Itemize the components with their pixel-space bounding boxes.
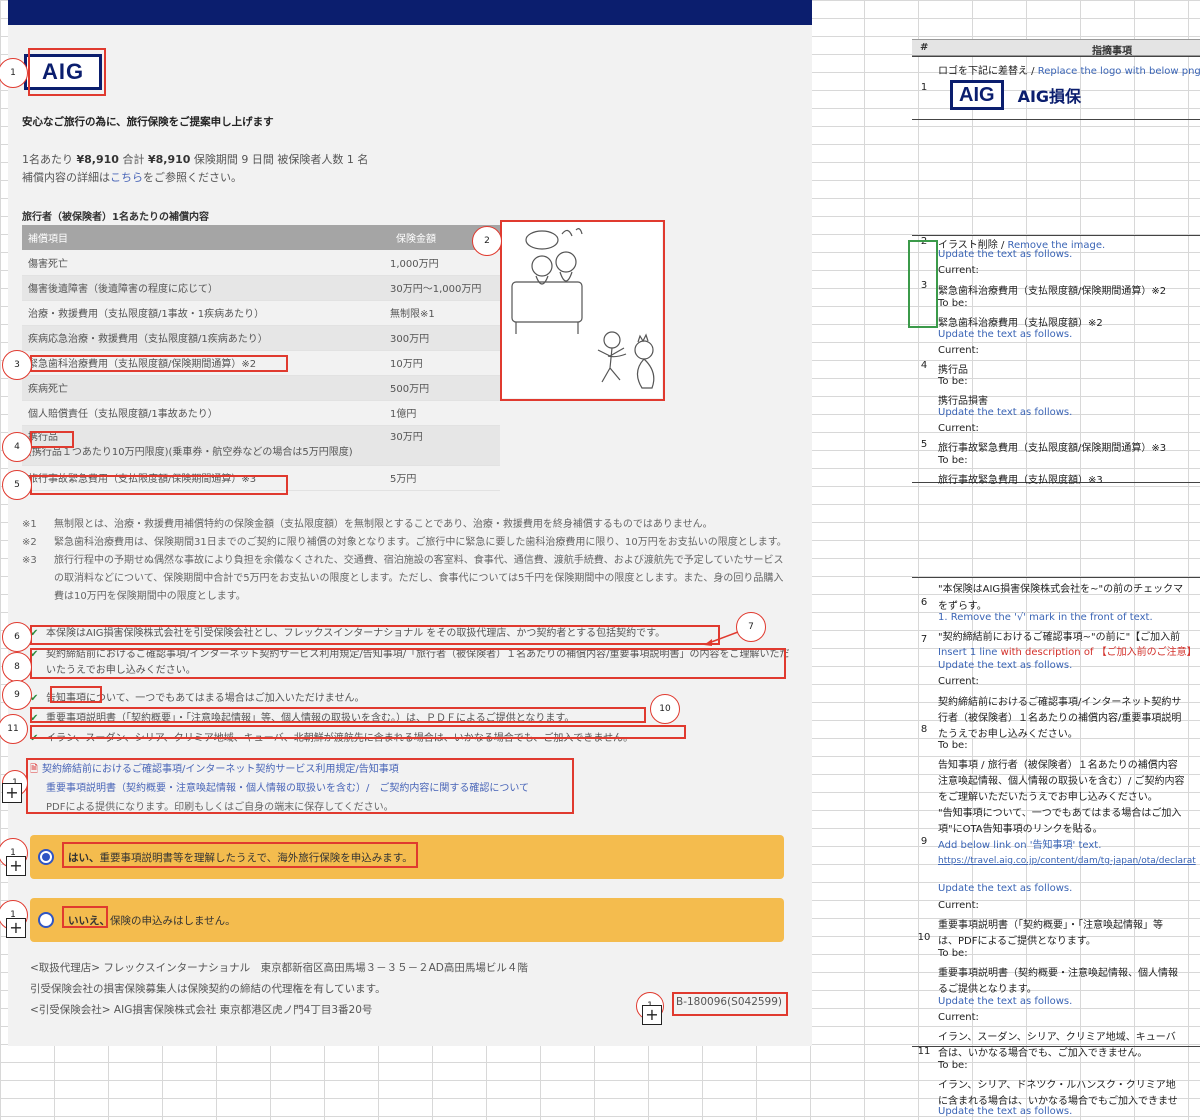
price-summary: 1名あたり ¥8,910 合計 ¥8,910 保険期間 9 日間 被保険者人数 … [22,153,369,184]
table-header: 補償項目 [22,225,390,250]
declaration-link[interactable]: https://travel.aig.co.jp/content/dam/tg-… [938,856,1196,866]
callout-marker: 6 [2,622,32,652]
footnote: ※1 無制限とは、治療・救援費用補償特約の保険金額（支払限度額）を無制限とすること… [22,519,713,530]
annotation-box [62,842,418,868]
expand-icon[interactable]: + [2,783,22,803]
radio-yes[interactable] [38,849,54,865]
callout-marker: 10 [650,694,680,724]
sheet-header-row: # 指摘事項 [912,39,1200,57]
annotation-box [26,758,574,814]
annotation-box [30,648,786,679]
annotation-box [30,431,74,448]
screenshot-root: AIG 安心なご旅行の為に、旅行保険をご提案申し上げます 1名あたり ¥8,91… [0,0,1200,1120]
expand-icon[interactable]: + [6,856,26,876]
table-row: 疾病応急治療・救援費用（支払限度額/1疾病あたり） 300万円 [22,325,500,351]
option-no[interactable]: いいえ、 保険の申込みはしません。 [30,898,784,942]
callout-marker: 7 [736,612,766,642]
table-row: 傷害死亡 1,000万円 [22,250,500,276]
expand-icon[interactable]: + [642,1005,662,1025]
callout-marker: 2 [472,226,502,256]
table-row: 携行品 (携行品１つあたり10万円限度)(乗車券・航空券などの場合は5万円限度) 3… [22,425,500,466]
callout-marker: 8 [2,652,32,682]
callout-marker: 3 [2,350,32,380]
annotation-box [30,725,686,739]
annotation-box [30,625,720,645]
table-row: 傷害後遺障害（後遺障害の程度に応じて） 30万円〜1,000万円 [22,275,500,301]
annotation-box [672,992,788,1016]
footnote: ※2 緊急歯科治療費用は、保険期間31日までのご契約に限り補償の対象となります。ご… [22,537,787,548]
details-link[interactable]: こちら [110,171,143,184]
mock-header-bar [8,0,812,25]
footer-info: <取扱代理店> フレックスインターナショナル 東京都新宿区高田馬場３－３５－２A… [30,962,528,1016]
callout-arrow [704,631,739,646]
radio-no[interactable] [38,912,54,928]
replacement-logo: AIG AIG損保 [950,80,1081,110]
annotation-box [28,48,106,96]
expand-icon[interactable]: + [6,918,26,938]
annotation-box [30,707,646,723]
annotation-box [30,475,288,495]
footnote: ※3 旅行行程中の予期せぬ偶然な事故により負担を余儀なくされた、交通費、宿泊施設の… [22,555,784,602]
callout-marker: 5 [2,470,32,500]
callout-marker: 9 [2,680,32,710]
annotation-box [500,220,665,401]
annotation-box [50,686,102,703]
page-headline: 安心なご旅行の為に、旅行保険をご提案申し上げます [22,116,274,128]
table-row: 治療・救援費用（支払限度額/1事故・1疾病あたり） 無制限※1 [22,300,500,326]
annotation-box [62,906,108,928]
table-row: 疾病死亡 500万円 [22,375,500,401]
coverage-section-title: 旅行者（被保険者）1名あたりの補償内容 [22,212,209,223]
callout-marker: 4 [2,432,32,462]
check-icon: ✔ [30,693,39,704]
table-row: 個人賠償責任（支払限度額/1事故あたり） 1億円 [22,400,500,426]
footnotes: ※1 無制限とは、治療・救援費用補償特約の保険金額（支払限度額）を無制限とすること… [22,516,792,606]
annotation-box [30,355,288,372]
